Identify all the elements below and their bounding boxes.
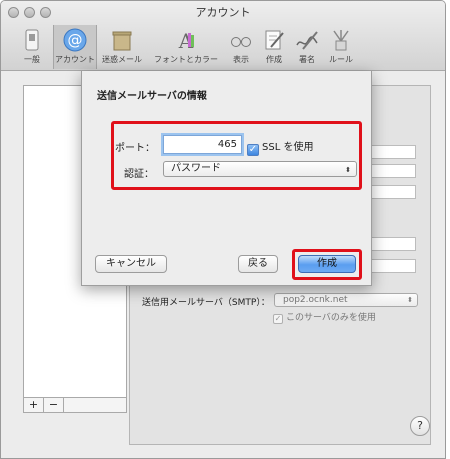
use-only-server-checkbox[interactable]: ✓	[273, 314, 283, 324]
trash-bin-icon	[112, 31, 132, 51]
window-title: アカウント	[195, 6, 251, 19]
use-only-server-label: このサーバのみを使用	[286, 313, 376, 323]
updown-arrows-icon: ⬍	[407, 296, 413, 304]
svg-text:@: @	[68, 31, 83, 49]
sheet-title: 送信メールサーバの情報	[97, 91, 207, 102]
add-account-button[interactable]: +	[24, 398, 44, 412]
compose-icon	[265, 30, 284, 50]
cancel-button[interactable]: キャンセル	[95, 255, 167, 273]
preferences-window: アカウント 一般 @ アカウント 迷惑メール A フォントとカラー 表示 作成 …	[0, 0, 446, 459]
outgoing-server-sheet: 送信メールサーバの情報 ポート： 465 ✓ SSL を使用 認証： パスワード …	[81, 71, 372, 286]
use-ssl-checkbox[interactable]: ✓	[247, 144, 259, 156]
font-color-icon: A	[178, 29, 194, 53]
accounts-list-buttons: + −	[23, 398, 127, 413]
toolbar-item-viewing[interactable]: 表示	[226, 25, 256, 69]
port-input[interactable]: 465	[163, 135, 242, 154]
toolbar-item-general[interactable]: 一般	[15, 25, 49, 69]
toolbar-item-composing[interactable]: 作成	[259, 25, 289, 69]
toolbar-item-accounts[interactable]: @ アカウント	[53, 25, 97, 69]
glasses-icon	[231, 37, 251, 47]
use-ssl-row[interactable]: ✓ SSL を使用	[247, 138, 313, 156]
smtp-server-value: pop2.ocnk.net	[283, 295, 348, 305]
authentication-select[interactable]: パスワード ⬍	[163, 161, 357, 177]
at-sign-icon: @	[63, 28, 87, 52]
back-button[interactable]: 戻る	[238, 255, 278, 273]
smtp-server-label: 送信用メールサーバ（SMTP）：	[142, 298, 270, 308]
smtp-server-select[interactable]: pop2.ocnk.net ⬍	[274, 293, 418, 307]
toolbar-item-signatures[interactable]: 署名	[292, 25, 322, 69]
rules-icon	[333, 30, 349, 51]
signature-icon	[296, 31, 318, 50]
toolbar-item-fonts-colors[interactable]: A フォントとカラー	[149, 25, 223, 69]
create-button[interactable]: 作成	[298, 255, 356, 273]
authentication-label: 認証：	[124, 169, 154, 180]
smtp-server-row: 送信用メールサーバ（SMTP）： pop2.ocnk.net ⬍	[142, 293, 432, 309]
toolbar-item-junk-mail[interactable]: 迷惑メール	[100, 25, 144, 69]
switch-icon	[25, 29, 39, 51]
authentication-value: パスワード	[171, 163, 221, 174]
updown-arrows-icon: ⬍	[345, 166, 351, 174]
remove-account-button[interactable]: −	[44, 398, 64, 412]
toolbar-item-rules[interactable]: ルール	[325, 25, 357, 69]
use-only-this-server-row[interactable]: ✓ このサーバのみを使用	[273, 310, 376, 324]
port-label: ポート：	[115, 143, 155, 154]
help-button[interactable]: ?	[410, 416, 430, 436]
title-bar: アカウント 一般 @ アカウント 迷惑メール A フォントとカラー 表示 作成 …	[1, 1, 445, 71]
use-ssl-label: SSL を使用	[262, 142, 314, 153]
